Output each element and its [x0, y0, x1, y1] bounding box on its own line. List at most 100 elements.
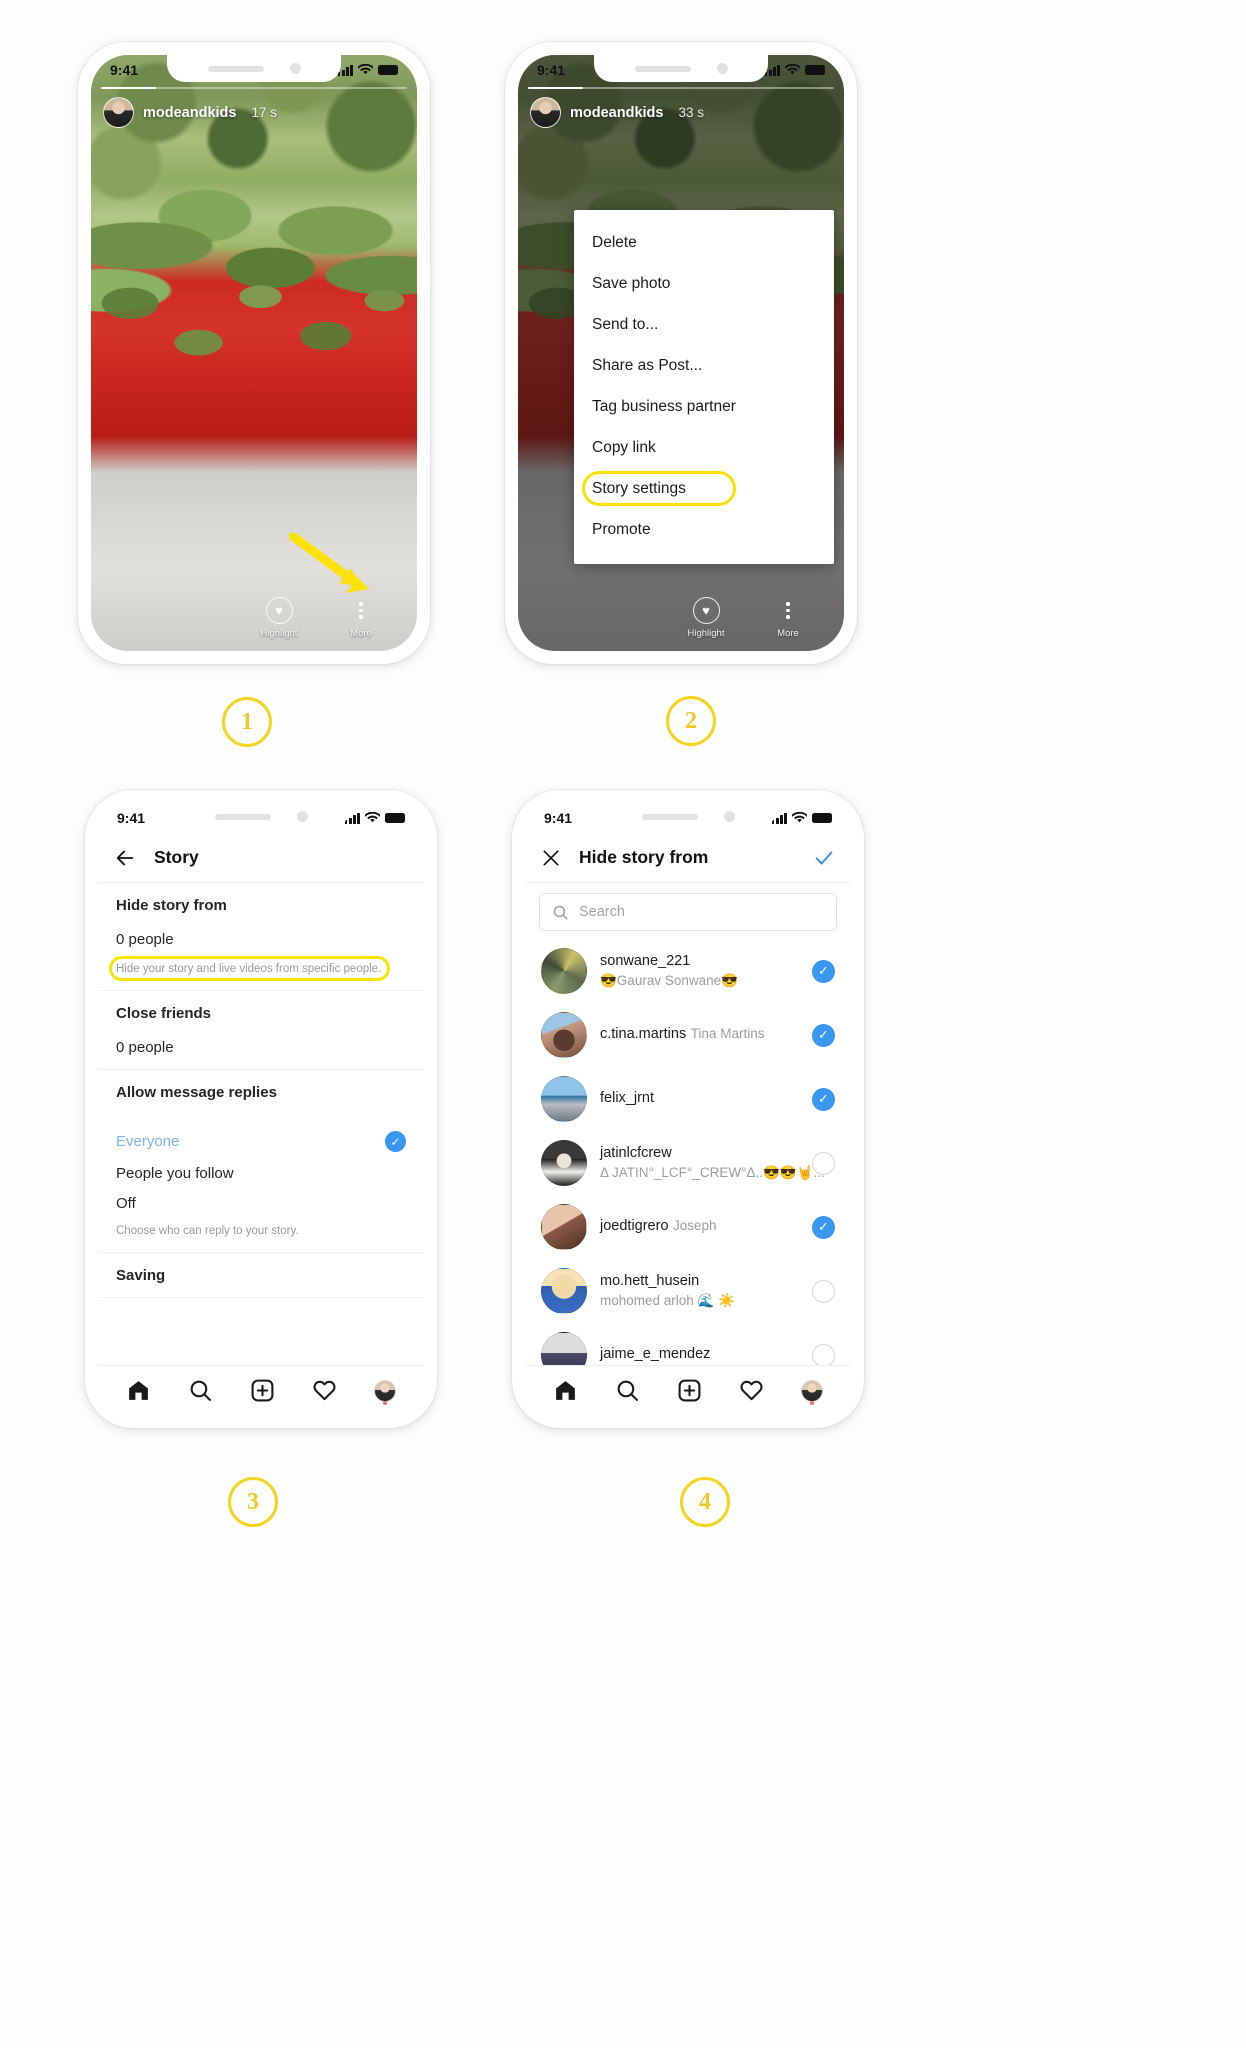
wifi-icon — [785, 64, 800, 75]
step-1-phone: 9:41 modeandkids 17 s ♥ Highlight More — [78, 42, 430, 664]
back-arrow-icon[interactable] — [114, 847, 136, 869]
reply-option-everyone[interactable]: Everyone ✓ — [116, 1118, 406, 1152]
menu-item-delete[interactable]: Delete — [574, 222, 834, 263]
person-text: c.tina.martins Tina Martins — [600, 1025, 799, 1045]
person-username: c.tina.martins — [600, 1026, 687, 1043]
menu-item-save-photo[interactable]: Save photo — [574, 263, 834, 304]
story-more-action[interactable]: More — [339, 597, 383, 639]
selection-checkbox[interactable] — [812, 1343, 835, 1365]
list-item[interactable]: jatinlcfcrew Δ JATIN°_LCF°_CREW°Δ..😎😎🤘..… — [525, 1131, 851, 1195]
wifi-icon — [792, 812, 807, 823]
step-badge-2: 2 — [666, 696, 716, 746]
step-2-phone: 9:41 modeandkids 33 s Delete Save photo … — [505, 42, 857, 664]
story-more-context-menu: Delete Save photo Send to... Share as Po… — [574, 210, 834, 564]
more-label: More — [777, 628, 799, 639]
selection-checkbox[interactable]: ✓ — [812, 1215, 835, 1239]
selection-checkbox[interactable] — [812, 1279, 835, 1303]
people-list[interactable]: sonwane_221 😎Gaurav Sonwane😎 ✓ c.tina.ma… — [525, 939, 851, 1365]
menu-item-label: Send to... — [592, 315, 659, 333]
allow-replies-hint: Choose who can reply to your story. — [116, 1225, 299, 1237]
list-item[interactable]: jaime_e_mendez — [525, 1323, 851, 1365]
status-time: 9:41 — [110, 62, 139, 78]
option-label: Off — [116, 1195, 136, 1212]
menu-item-send-to[interactable]: Send to... — [574, 304, 834, 345]
section-close-friends: Close friends 0 people — [98, 991, 424, 1070]
close-friends-count[interactable]: 0 people — [116, 1039, 406, 1056]
profile-avatar[interactable] — [373, 1379, 396, 1402]
story-header-2[interactable]: modeandkids 33 s — [530, 97, 832, 128]
home-icon[interactable] — [126, 1378, 151, 1403]
status-time: 9:41 — [117, 810, 146, 826]
step-3-phone: 9:41 Story Hide story from 0 people Hide… — [85, 790, 437, 1428]
add-post-icon[interactable] — [250, 1378, 275, 1403]
speaker-grill — [641, 813, 698, 820]
avatar — [541, 1012, 587, 1058]
heart-icon: ♥ — [692, 597, 720, 624]
selection-checkbox[interactable]: ✓ — [812, 1023, 835, 1047]
menu-item-story-settings[interactable]: Story settings — [574, 468, 834, 509]
list-item[interactable]: c.tina.martins Tina Martins ✓ — [525, 1003, 851, 1067]
status-time: 9:41 — [537, 62, 566, 78]
story-settings-header: Story — [98, 833, 424, 883]
person-text: mo.hett_husein mohomed arloh 🌊 ☀️ — [600, 1272, 799, 1310]
menu-item-share-as-post[interactable]: Share as Post... — [574, 345, 834, 386]
home-icon[interactable] — [553, 1378, 578, 1403]
selection-checkbox[interactable]: ✓ — [812, 959, 835, 983]
option-label: Everyone — [116, 1133, 180, 1150]
tutorial-steps-grid: 9:41 modeandkids 17 s ♥ Highlight More 9… — [0, 0, 1246, 2048]
story-highlight-action[interactable]: ♥ Highlight — [257, 597, 301, 639]
story-header-1[interactable]: modeandkids 17 s — [103, 97, 405, 128]
person-fullname: Joseph — [672, 1218, 717, 1234]
battery-icon — [812, 813, 832, 823]
page-title: Hide story from — [579, 847, 709, 867]
person-text: jaime_e_mendez — [600, 1345, 799, 1365]
activity-heart-icon[interactable] — [739, 1378, 764, 1403]
phone-frame-1: 9:41 modeandkids 17 s ♥ Highlight More — [78, 42, 430, 664]
selection-checkbox[interactable]: ✓ — [812, 1087, 835, 1111]
story-action-bar-2: ♥ Highlight More — [518, 597, 844, 639]
story-progress-bar — [101, 87, 407, 89]
story-username[interactable]: modeandkids — [143, 105, 236, 121]
profile-avatar[interactable] — [800, 1379, 823, 1402]
search-input[interactable]: Search — [539, 893, 837, 931]
story-settings-screen: 9:41 Story Hide story from 0 people Hide… — [98, 803, 424, 1415]
status-indicators — [337, 64, 398, 76]
speaker-grill — [634, 65, 691, 72]
phone-screen-2: 9:41 modeandkids 33 s Delete Save photo … — [518, 55, 844, 651]
person-fullname: 😎Gaurav Sonwane😎 — [600, 972, 738, 988]
phone-screen-4: 9:41 Hide story from Search sonwane_221 … — [525, 803, 851, 1415]
story-highlight-action[interactable]: ♥ Highlight — [684, 597, 728, 639]
hide-story-hint: Hide your story and live videos from spe… — [109, 956, 391, 981]
add-post-icon[interactable] — [677, 1378, 702, 1403]
speaker-grill — [207, 65, 264, 72]
battery-icon — [385, 813, 405, 823]
reply-option-people-you-follow[interactable]: People you follow — [116, 1152, 406, 1182]
check-icon[interactable] — [813, 847, 835, 869]
selection-checkbox[interactable] — [812, 1151, 835, 1175]
story-username[interactable]: modeandkids — [570, 105, 663, 121]
reply-option-off[interactable]: Off — [116, 1182, 406, 1212]
step-4-phone: 9:41 Hide story from Search sonwane_221 … — [512, 790, 864, 1428]
option-label: People you follow — [116, 1165, 234, 1182]
story-timestamp: 33 s — [678, 105, 704, 120]
activity-heart-icon[interactable] — [312, 1378, 337, 1403]
search-icon[interactable] — [188, 1378, 213, 1403]
front-camera — [716, 63, 728, 74]
list-item[interactable]: felix_jrnt ✓ — [525, 1067, 851, 1131]
step-badge-1: 1 — [222, 697, 272, 747]
close-x-icon[interactable] — [541, 848, 561, 868]
list-item[interactable]: joedtigrero Joseph ✓ — [525, 1195, 851, 1259]
search-area: Search — [525, 883, 851, 939]
avatar — [541, 1140, 587, 1186]
menu-item-copy-link[interactable]: Copy link — [574, 427, 834, 468]
hide-story-count[interactable]: 0 people — [116, 931, 406, 948]
list-item[interactable]: mo.hett_husein mohomed arloh 🌊 ☀️ — [525, 1259, 851, 1323]
story-more-action[interactable]: More — [766, 597, 810, 639]
list-item[interactable]: sonwane_221 😎Gaurav Sonwane😎 ✓ — [525, 939, 851, 1003]
menu-item-promote[interactable]: Promote — [574, 509, 834, 550]
story-author-avatar[interactable] — [103, 97, 134, 128]
search-icon[interactable] — [615, 1378, 640, 1403]
menu-item-tag-business-partner[interactable]: Tag business partner — [574, 386, 834, 427]
person-username: felix_jrnt — [600, 1090, 654, 1107]
story-author-avatar[interactable] — [530, 97, 561, 128]
